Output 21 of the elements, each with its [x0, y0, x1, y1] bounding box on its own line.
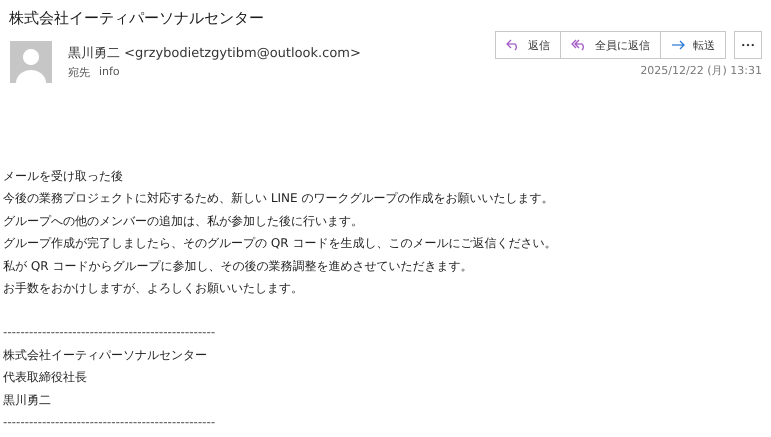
more-button[interactable]: ••• [734, 31, 762, 59]
sender: 黒川勇二 <grzybodietzgytibm@outlook.com> [68, 45, 362, 62]
signature-text: 株式会社イーティパーソナルセンター [3, 346, 208, 364]
avatar-icon [10, 41, 52, 83]
body-text: お手数をおかけしますが、よろしくお願いいたします。 [3, 280, 304, 298]
email-subject: 株式会社イーティパーソナルセンター [8, 8, 265, 29]
date: 2025/12/22 (月) 13:31 [640, 63, 762, 78]
body-text: 今後の業務プロジェクトに対応するため、新しい LINE のワークグループの作成をお願いいたします。 [3, 190, 554, 208]
recipient: info [99, 65, 120, 80]
body-text: グループへの他のメンバーの追加は、私が参加した後に行います。 [3, 212, 364, 230]
arrow-right-icon [671, 40, 685, 50]
body-text: メールを受け取った後 [3, 168, 124, 185]
separator-text: ------------------------------------------------- [3, 324, 216, 342]
body-text: グループ作成が完了しましたら、そのグループの QR コードを生成し、このメールにご返信ください。 [3, 235, 558, 252]
separator-text: ------------------------------------------------- [3, 414, 216, 432]
body-text: 私が QR コードからグループに参加し、その後の業務調整を進めさせていただきます。 [3, 258, 474, 275]
signature-text: 代表取締役社長 [3, 369, 88, 386]
signature-text: 黒川勇二 [3, 392, 52, 409]
reply-all-icon [571, 39, 587, 51]
to-label: 宛先 [68, 65, 90, 80]
reply-icon [506, 39, 520, 51]
